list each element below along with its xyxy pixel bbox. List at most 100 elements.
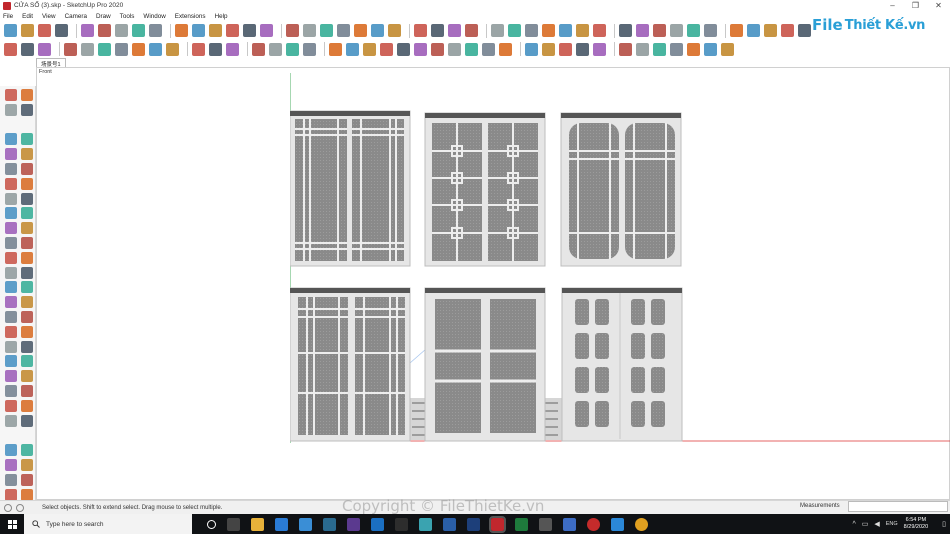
main-tool-icon-7[interactable]: [115, 24, 128, 37]
secondary-tool-icon-1[interactable]: [4, 42, 17, 56]
clock[interactable]: 6:54 PM 8/29/2020: [904, 517, 928, 531]
main-tool-icon-38[interactable]: [687, 24, 700, 37]
menu-window[interactable]: Window: [143, 13, 165, 20]
secondary-tool-icon-18[interactable]: [329, 42, 342, 56]
main-tool-icon-39[interactable]: [704, 24, 717, 37]
secondary-tool-icon-23[interactable]: [414, 42, 427, 56]
left-tool-icon-32[interactable]: [21, 325, 33, 338]
left-tool-icon-8[interactable]: [21, 148, 33, 161]
left-tool-icon-17[interactable]: [5, 222, 17, 235]
measurements-input[interactable]: [848, 501, 948, 512]
main-tool-icon-44[interactable]: [798, 24, 811, 37]
left-tool-icon-33[interactable]: [5, 340, 17, 353]
main-tool-icon-26[interactable]: [465, 24, 478, 37]
left-tool-icon-37[interactable]: [5, 370, 17, 383]
window-model-3[interactable]: [560, 112, 682, 267]
left-tool-icon-19[interactable]: [5, 237, 17, 249]
secondary-tool-icon-25[interactable]: [448, 42, 461, 56]
secondary-tool-icon-20[interactable]: [363, 42, 376, 56]
main-tool-icon-8[interactable]: [132, 24, 145, 37]
main-tool-icon-36[interactable]: [653, 24, 666, 37]
left-tool-icon-48[interactable]: [21, 459, 33, 471]
left-tool-icon-12[interactable]: [21, 177, 33, 190]
app-icon-4[interactable]: [419, 517, 432, 531]
chevron-up-icon[interactable]: ^: [852, 521, 855, 528]
main-tool-icon-33[interactable]: [593, 24, 606, 37]
menu-help[interactable]: Help: [215, 13, 228, 20]
secondary-tool-icon-19[interactable]: [346, 42, 359, 56]
secondary-tool-icon-28[interactable]: [499, 42, 512, 56]
main-tool-icon-25[interactable]: [448, 24, 461, 37]
menu-tools[interactable]: Tools: [120, 13, 135, 20]
task-view-icon[interactable]: [227, 517, 240, 531]
main-tool-icon-3[interactable]: [38, 24, 51, 37]
left-tool-icon-27[interactable]: [5, 296, 17, 309]
secondary-tool-icon-39[interactable]: [704, 42, 717, 56]
main-tool-icon-35[interactable]: [636, 24, 649, 37]
left-tool-icon-15[interactable]: [5, 207, 17, 220]
secondary-tool-icon-33[interactable]: [593, 42, 606, 56]
left-tool-icon-20[interactable]: [21, 237, 33, 249]
secondary-tool-icon-26[interactable]: [465, 42, 478, 56]
secondary-tool-icon-10[interactable]: [166, 42, 179, 56]
left-tool-icon-16[interactable]: [21, 207, 33, 220]
store-icon[interactable]: [275, 517, 288, 531]
main-tool-icon-22[interactable]: [388, 24, 401, 37]
left-tool-icon-2[interactable]: [21, 89, 33, 101]
left-tool-icon-29[interactable]: [5, 311, 17, 323]
secondary-tool-icon-6[interactable]: [98, 42, 111, 56]
left-tool-icon-25[interactable]: [5, 281, 17, 294]
notifications-icon[interactable]: ▯: [942, 520, 946, 528]
main-tool-icon-43[interactable]: [781, 24, 794, 37]
secondary-tool-icon-13[interactable]: [226, 42, 239, 56]
secondary-tool-icon-7[interactable]: [115, 42, 128, 56]
main-tool-icon-4[interactable]: [55, 24, 68, 37]
secondary-tool-icon-31[interactable]: [559, 42, 572, 56]
app-icon-5[interactable]: [443, 517, 456, 531]
volume-icon[interactable]: ◀: [874, 520, 879, 528]
info-icon[interactable]: [4, 503, 12, 512]
left-tool-icon-4[interactable]: [21, 103, 33, 116]
left-tool-icon-45[interactable]: [5, 444, 17, 457]
sketchup-taskbar-icon[interactable]: [489, 515, 506, 533]
left-tool-icon-6[interactable]: [21, 133, 33, 146]
secondary-tool-icon-16[interactable]: [286, 42, 299, 56]
main-tool-icon-15[interactable]: [260, 24, 273, 37]
taskbar-search[interactable]: Type here to search: [24, 514, 192, 534]
left-tool-icon-28[interactable]: [21, 296, 33, 309]
main-tool-icon-23[interactable]: [414, 24, 427, 37]
main-tool-icon-10[interactable]: [175, 24, 188, 37]
app-icon-6[interactable]: [539, 517, 552, 531]
menu-draw[interactable]: Draw: [96, 13, 111, 20]
left-tool-icon-36[interactable]: [21, 355, 33, 368]
secondary-tool-icon-14[interactable]: [252, 42, 265, 56]
main-tool-icon-34[interactable]: [619, 24, 632, 37]
secondary-tool-icon-34[interactable]: [619, 42, 632, 56]
excel-icon[interactable]: [515, 517, 528, 531]
main-tool-icon-37[interactable]: [670, 24, 683, 37]
window-model-6[interactable]: [561, 287, 683, 442]
left-tool-icon-11[interactable]: [5, 177, 17, 190]
secondary-tool-icon-38[interactable]: [687, 42, 700, 56]
left-tool-icon-50[interactable]: [21, 473, 33, 486]
left-tool-icon-14[interactable]: [21, 192, 33, 205]
main-tool-icon-14[interactable]: [243, 24, 256, 37]
window-models-scene[interactable]: [290, 73, 950, 443]
mail-icon[interactable]: [299, 517, 312, 531]
secondary-tool-icon-8[interactable]: [132, 42, 145, 56]
start-button[interactable]: [0, 514, 24, 534]
secondary-tool-icon-36[interactable]: [653, 42, 666, 56]
main-tool-icon-9[interactable]: [149, 24, 162, 37]
left-tool-icon-3[interactable]: [5, 103, 17, 116]
left-tool-icon-9[interactable]: [5, 163, 17, 175]
left-tool-icon-38[interactable]: [21, 370, 33, 383]
app-icon-3[interactable]: [395, 517, 408, 531]
app-icon-2[interactable]: [371, 517, 384, 531]
left-tool-icon-49[interactable]: [5, 473, 17, 486]
left-tool-icon-18[interactable]: [21, 222, 33, 235]
main-tool-icon-13[interactable]: [226, 24, 239, 37]
main-tool-icon-12[interactable]: [209, 24, 222, 37]
left-tool-icon-5[interactable]: [5, 133, 17, 146]
main-tool-icon-18[interactable]: [320, 24, 333, 37]
main-tool-icon-28[interactable]: [508, 24, 521, 37]
